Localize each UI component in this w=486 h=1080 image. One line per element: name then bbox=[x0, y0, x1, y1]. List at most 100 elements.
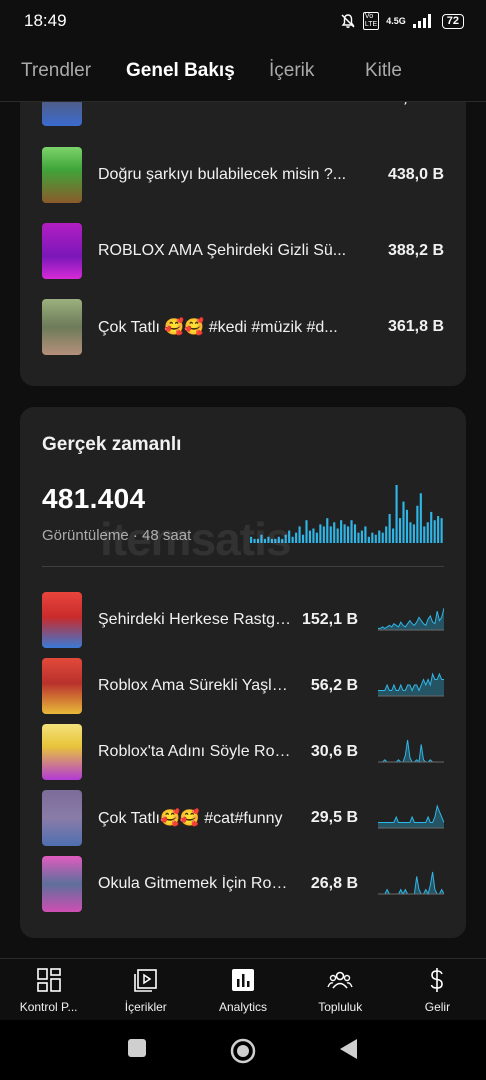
volte-icon: Vo LTE bbox=[362, 12, 380, 30]
realtime-bar bbox=[305, 520, 308, 543]
realtime-item[interactable]: Şehirdeki Herkese Rastgele... 152,1 B bbox=[42, 592, 444, 648]
tab-content[interactable]: İçerik bbox=[269, 60, 314, 82]
realtime-bar bbox=[260, 534, 263, 543]
realtime-bar bbox=[392, 528, 395, 543]
realtime-bar bbox=[322, 526, 325, 543]
mute-bell-icon bbox=[341, 14, 355, 28]
realtime-bar bbox=[374, 534, 377, 543]
realtime-bar bbox=[256, 538, 260, 543]
nav-community[interactable]: Topluluk bbox=[292, 959, 389, 1020]
realtime-bar bbox=[298, 526, 301, 543]
realtime-bar bbox=[402, 501, 405, 543]
realtime-bar bbox=[381, 532, 384, 543]
realtime-item[interactable]: Okula Gitmemek İçin Roblox 26,8 B bbox=[42, 856, 444, 912]
realtime-bar bbox=[263, 538, 267, 543]
realtime-bar bbox=[388, 514, 391, 543]
status-time: 18:49 bbox=[24, 11, 67, 30]
realtime-item[interactable]: Roblox'ta Adını Söyle Roblox 30,6 B bbox=[42, 724, 444, 780]
nav-label: Gelir bbox=[424, 1000, 451, 1014]
realtime-bar bbox=[319, 524, 322, 543]
network-type: 4.5G bbox=[386, 15, 406, 26]
realtime-bar bbox=[347, 526, 350, 543]
realtime-total: 481.404 bbox=[42, 483, 146, 514]
video-views: 152,1 B bbox=[301, 611, 358, 628]
realtime-bar-chart bbox=[250, 485, 443, 543]
community-icon bbox=[327, 971, 353, 989]
realtime-item[interactable]: Çok Tatlı🥰🥰 #cat#funny 29,5 B bbox=[42, 790, 444, 846]
realtime-bar bbox=[295, 532, 298, 543]
nav-earn[interactable]: Gelir bbox=[389, 959, 486, 1020]
list-item[interactable]: Çok Tatlı 🥰🥰 #kedi #müzik #d... 361,8 B bbox=[42, 299, 444, 355]
realtime-bar bbox=[336, 528, 339, 543]
nav-content[interactable]: İçerikler bbox=[97, 959, 194, 1020]
video-thumbnail bbox=[42, 856, 82, 912]
realtime-bar bbox=[360, 530, 364, 543]
realtime-bar bbox=[353, 524, 357, 543]
back-icon[interactable] bbox=[338, 1038, 358, 1060]
realtime-bar bbox=[409, 522, 412, 543]
realtime-bar bbox=[378, 530, 381, 543]
tab-overview[interactable]: Genel Bakış bbox=[126, 60, 235, 82]
video-thumbnail bbox=[42, 658, 82, 714]
top-content-card: TUNG TUNG SAHUR BABASINI O... 2,0 Mn Doğ… bbox=[20, 60, 466, 386]
sparkline bbox=[378, 739, 444, 764]
video-thumbnail bbox=[42, 299, 82, 355]
sparkline bbox=[378, 871, 444, 896]
video-thumbnail bbox=[42, 147, 82, 203]
realtime-bar bbox=[291, 536, 294, 543]
realtime-bar bbox=[398, 518, 402, 543]
tab-audience[interactable]: Kitle bbox=[365, 60, 402, 82]
nav-label: Kontrol P... bbox=[19, 1000, 78, 1014]
signal-icon bbox=[412, 14, 431, 28]
list-item[interactable]: ROBLOX AMA Şehirdeki Gizli Sü... 388,2 B bbox=[42, 223, 444, 279]
dollar-icon bbox=[431, 968, 444, 992]
realtime-bar bbox=[385, 526, 388, 543]
bottom-nav: Kontrol P... İçerikler Analytics Toplulu… bbox=[0, 958, 486, 1020]
realtime-bar bbox=[312, 528, 315, 543]
sparkline bbox=[378, 804, 444, 829]
sparkline bbox=[378, 607, 444, 631]
video-thumbnail bbox=[42, 592, 82, 648]
top-tabs: Trendler Genel Bakış İçerik Kitle bbox=[0, 42, 486, 102]
realtime-bar bbox=[329, 526, 332, 543]
video-title: ROBLOX AMA Şehirdeki Gizli Sü... bbox=[98, 242, 347, 259]
recents-icon[interactable] bbox=[127, 1038, 147, 1058]
realtime-item[interactable]: Roblox Ama Sürekli Yaşlanıyor 56,2 B bbox=[42, 658, 444, 714]
dashboard-icon bbox=[36, 968, 61, 992]
battery-indicator: 72 bbox=[441, 13, 464, 29]
status-icons: Vo LTE 4.5G 72 bbox=[340, 12, 464, 30]
realtime-bar bbox=[419, 493, 422, 543]
realtime-bar bbox=[270, 538, 273, 543]
realtime-bar bbox=[315, 532, 318, 543]
realtime-bar bbox=[412, 524, 415, 543]
video-views: 29,5 B bbox=[310, 809, 358, 826]
home-icon[interactable] bbox=[230, 1038, 256, 1064]
nav-label: Analytics bbox=[218, 1000, 268, 1014]
video-title: Çok Tatlı 🥰🥰 #kedi #müzik #d... bbox=[98, 319, 338, 336]
nav-label: İçerikler bbox=[124, 1000, 167, 1014]
realtime-bar bbox=[440, 518, 443, 543]
nav-label: Topluluk bbox=[318, 1000, 363, 1014]
video-thumbnail bbox=[42, 223, 82, 279]
realtime-bar bbox=[281, 538, 284, 543]
video-thumbnail bbox=[42, 790, 82, 846]
realtime-bar bbox=[284, 534, 287, 543]
realtime-bar bbox=[416, 505, 419, 543]
realtime-bar bbox=[274, 538, 277, 543]
nav-analytics[interactable]: Analytics bbox=[194, 959, 291, 1020]
video-views: 388,2 B bbox=[387, 242, 444, 259]
realtime-bar bbox=[277, 536, 280, 543]
list-item[interactable]: Doğru şarkıyı bulabilecek misin ?... 438… bbox=[42, 147, 444, 203]
video-views: 26,8 B bbox=[310, 875, 358, 892]
realtime-bar bbox=[343, 524, 346, 543]
realtime-bar bbox=[437, 516, 440, 543]
realtime-card[interactable]: Gerçek zamanlı 481.404 Görüntüleme · 48 … bbox=[20, 407, 466, 938]
tab-trends[interactable]: Trendler bbox=[21, 60, 91, 82]
sparkline bbox=[378, 672, 444, 697]
analytics-icon bbox=[232, 969, 254, 991]
realtime-bar bbox=[430, 511, 433, 543]
nav-dashboard[interactable]: Kontrol P... bbox=[0, 959, 97, 1020]
sparkline-line bbox=[378, 804, 444, 823]
realtime-bar bbox=[253, 538, 256, 543]
video-views: 438,0 B bbox=[387, 166, 444, 183]
